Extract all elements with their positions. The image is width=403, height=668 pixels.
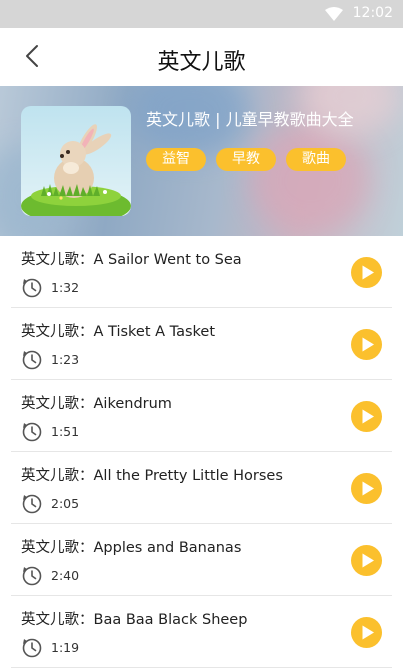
song-title: 英文儿歌：A Sailor Went to Sea: [21, 252, 242, 268]
song-list: 英文儿歌：A Sailor Went to Sea 1:32 英文儿歌：A Ti…: [0, 236, 403, 668]
song-row[interactable]: 英文儿歌：Baa Baa Black Sheep 1:19: [11, 596, 392, 668]
song-title: 英文儿歌：A Tisket A Tasket: [21, 324, 216, 340]
play-icon[interactable]: [351, 617, 382, 648]
status-time: 12:02: [352, 5, 393, 21]
status-bar: 12:02: [0, 0, 403, 28]
play-icon[interactable]: [351, 329, 382, 360]
song-title: 英文儿歌：Baa Baa Black Sheep: [21, 612, 248, 628]
song-duration: 1:32: [51, 280, 80, 295]
song-title: 英文儿歌：All the Pretty Little Horses: [21, 468, 283, 484]
song-row[interactable]: 英文儿歌：Aikendrum 1:51: [11, 380, 392, 452]
page-title: 英文儿歌: [157, 50, 246, 75]
bunny-illustration: [21, 124, 131, 216]
clock-icon: [22, 638, 42, 658]
song-duration: 2:05: [51, 496, 80, 511]
play-icon[interactable]: [351, 545, 382, 576]
song-title: 英文儿歌：Aikendrum: [21, 396, 172, 412]
album-title: 英文儿歌 | 儿童早教歌曲大全: [146, 110, 354, 129]
song-title: 英文儿歌：Apples and Bananas: [21, 540, 242, 556]
song-duration: 1:23: [51, 352, 80, 367]
album-tags: 益智 早教 歌曲: [146, 148, 346, 171]
play-icon[interactable]: [351, 473, 382, 504]
song-row[interactable]: 英文儿歌：All the Pretty Little Horses 2:05: [11, 452, 392, 524]
song-row[interactable]: 英文儿歌：A Sailor Went to Sea 1:32: [11, 236, 392, 308]
clock-icon: [22, 422, 42, 442]
song-duration: 2:40: [51, 568, 80, 583]
play-icon[interactable]: [351, 401, 382, 432]
tag-chip[interactable]: 歌曲: [286, 148, 346, 171]
tag-chip[interactable]: 早教: [216, 148, 276, 171]
clock-icon: [22, 566, 42, 586]
clock-icon: [22, 350, 42, 370]
tag-chip[interactable]: 益智: [146, 148, 206, 171]
clock-icon: [22, 494, 42, 514]
song-duration: 1:19: [51, 640, 80, 655]
album-cover: [21, 106, 131, 216]
album-banner: 英文儿歌 | 儿童早教歌曲大全 益智 早教 歌曲: [0, 86, 403, 236]
song-duration: 1:51: [51, 424, 80, 439]
title-bar: 英文儿歌: [0, 28, 403, 86]
wifi-icon: [325, 7, 343, 21]
song-row[interactable]: 英文儿歌：Apples and Bananas 2:40: [11, 524, 392, 596]
song-row[interactable]: 英文儿歌：A Tisket A Tasket 1:23: [11, 308, 392, 380]
clock-icon: [22, 278, 42, 298]
play-icon[interactable]: [351, 257, 382, 288]
